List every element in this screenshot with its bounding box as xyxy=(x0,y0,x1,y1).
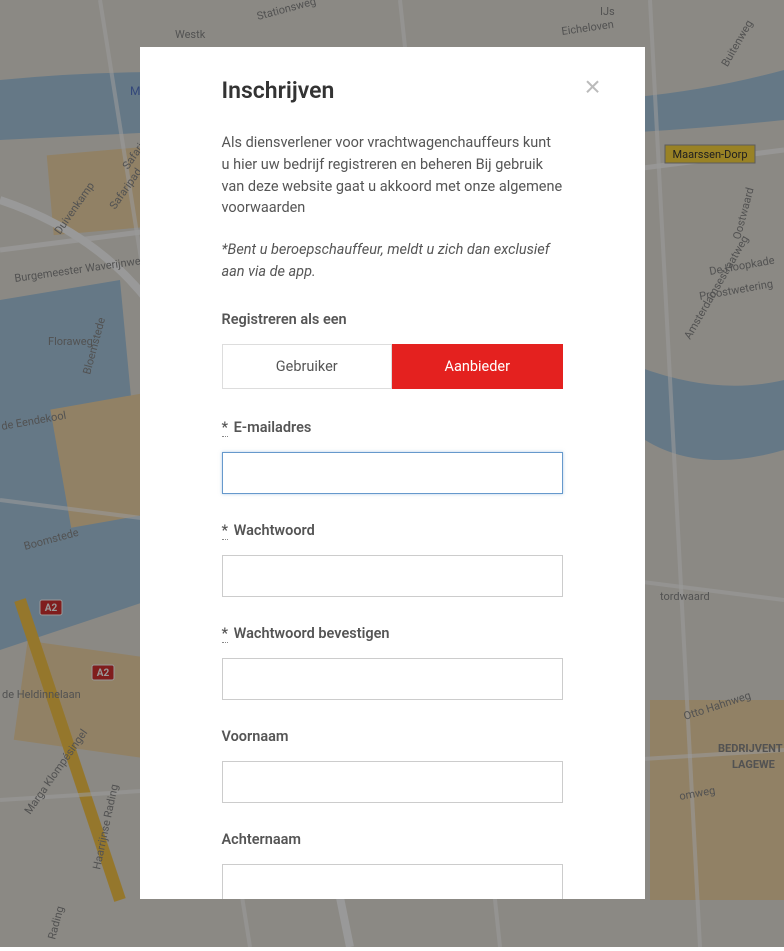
firstname-label: Voornaam xyxy=(222,728,563,745)
close-button[interactable]: × xyxy=(581,75,605,99)
firstname-input[interactable] xyxy=(222,761,563,803)
password-label: * Wachtwoord xyxy=(222,522,563,539)
toggle-user[interactable]: Gebruiker xyxy=(222,344,393,389)
email-label: * E-mailadres xyxy=(222,419,563,436)
toggle-provider[interactable]: Aanbieder xyxy=(392,344,563,389)
close-icon: × xyxy=(584,71,600,102)
modal-title: Inschrijven xyxy=(222,77,335,104)
required-asterisk: * xyxy=(222,625,229,643)
required-asterisk: * xyxy=(222,419,229,437)
email-input[interactable] xyxy=(222,452,563,494)
password-input[interactable] xyxy=(222,555,563,597)
required-asterisk: * xyxy=(222,522,229,540)
password-confirm-label: * Wachtwoord bevestigen xyxy=(222,625,563,642)
modal-description: Als diensverlener voor vrachtwagenchauff… xyxy=(222,132,563,219)
modal-overlay: Inschrijven × Als diensverlener voor vra… xyxy=(0,0,784,947)
register-as-label: Registreren als een xyxy=(222,311,563,328)
signup-modal: Inschrijven × Als diensverlener voor vra… xyxy=(140,47,645,899)
lastname-label: Achternaam xyxy=(222,831,563,848)
password-confirm-input[interactable] xyxy=(222,658,563,700)
register-as-toggle: Gebruiker Aanbieder xyxy=(222,344,563,389)
lastname-input[interactable] xyxy=(222,864,563,900)
modal-note: *Bent u beroepschauffeur, meldt u zich d… xyxy=(222,239,563,283)
